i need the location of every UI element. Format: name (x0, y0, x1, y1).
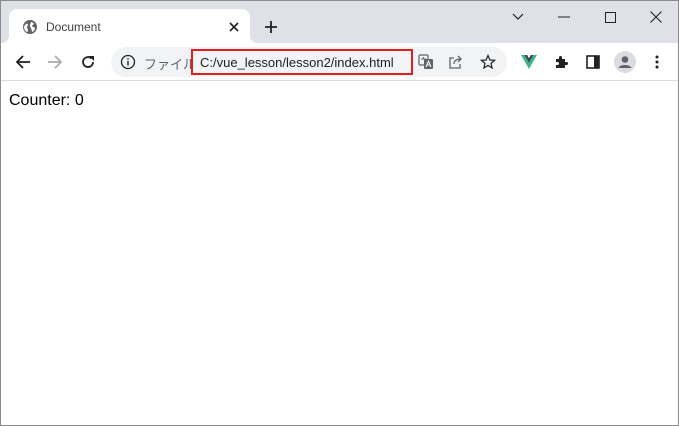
tab-title: Document (46, 20, 101, 34)
counter-label: Counter: (9, 92, 71, 109)
tab-document[interactable]: Document (1, 9, 258, 43)
tab-close-icon[interactable] (225, 18, 243, 36)
globe-icon (22, 19, 38, 35)
tab-strip: Document (1, 1, 678, 43)
page-content: Counter: 0 (1, 82, 678, 425)
url-highlight-box[interactable]: C:/vue_lesson/lesson2/index.html (191, 49, 413, 75)
counter-value: 0 (74, 92, 84, 109)
chevron-down-icon[interactable] (500, 5, 536, 29)
url-text[interactable]: C:/vue_lesson/lesson2/index.html (200, 55, 394, 70)
minimize-icon[interactable] (546, 5, 582, 29)
close-icon[interactable] (638, 5, 674, 29)
back-icon[interactable] (11, 50, 35, 74)
extensions-icon[interactable] (549, 50, 573, 74)
browser-window: Document ファイル C:/vue_lesson/lesson2/inde… (0, 0, 679, 426)
star-icon[interactable] (480, 54, 496, 70)
vue-devtools-icon[interactable] (517, 50, 541, 74)
forward-icon[interactable] (43, 50, 67, 74)
share-icon[interactable] (448, 54, 464, 70)
scheme-label: ファイル (144, 57, 197, 72)
browser-toolbar: ファイル C:/vue_lesson/lesson2/index.html (1, 43, 678, 81)
translate-icon[interactable] (418, 54, 434, 70)
maximize-icon[interactable] (592, 5, 628, 29)
info-icon[interactable] (120, 54, 136, 70)
reload-icon[interactable] (76, 50, 100, 74)
address-bar[interactable]: ファイル C:/vue_lesson/lesson2/index.html (111, 47, 507, 77)
menu-icon[interactable] (645, 50, 669, 74)
profile-icon[interactable] (613, 50, 637, 74)
side-panel-icon[interactable] (581, 50, 605, 74)
counter-display: Counter: 0 (9, 92, 84, 110)
new-tab-button[interactable] (260, 16, 282, 38)
